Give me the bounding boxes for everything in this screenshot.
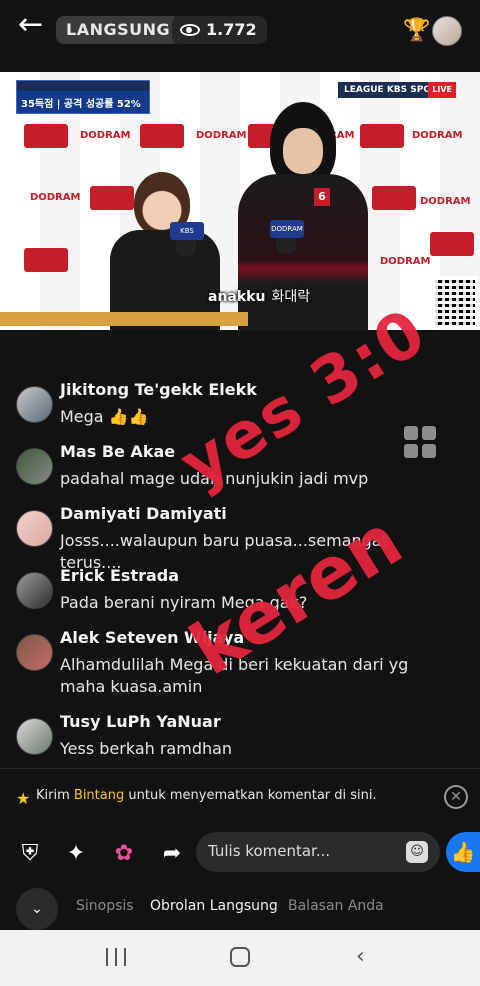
comment-input[interactable]: Tulis komentar... ☺ [196,832,440,872]
star-icon: ★ [16,789,31,808]
interviewer [110,172,220,330]
comment-placeholder: Tulis komentar... [208,842,331,860]
avatar[interactable] [16,634,53,671]
home-icon[interactable] [230,947,250,967]
share-icon[interactable]: ➦ [158,840,186,868]
close-icon[interactable]: ✕ [444,785,468,809]
pin-hint: Kirim Bintang untuk menyematkan komentar… [36,788,377,803]
tab-your-replies[interactable]: Balasan Anda [288,898,384,914]
eye-icon [180,24,200,36]
back-arrow-icon[interactable]: ← [18,10,48,42]
shield-icon[interactable]: ⛨ [16,840,44,868]
url-ticker [0,312,248,326]
top-bar: ← LANGSUNG 1.772 🏆 [0,0,480,62]
tab-synopsis[interactable]: Sinopsis [76,898,134,914]
view-count: 1.772 [206,20,257,39]
live-badge: LANGSUNG [56,16,181,44]
nav-back-icon[interactable]: ‹ [356,944,365,969]
avatar[interactable] [16,572,53,609]
system-nav-bar: ‹ [0,930,480,986]
comment-author[interactable]: Jikitong Te'gekk Elekk [60,380,257,399]
broadcaster-badge: LEAGUE KBS SPORTS LIVE [338,82,456,98]
thumbs-up-icon: 👍 [450,840,476,864]
jersey-number: 6 [314,188,330,206]
qr-code [432,276,478,328]
comment-text: Yess berkah ramdhan [60,739,233,758]
recent-apps-icon[interactable] [106,948,126,966]
view-counter: 1.772 [172,16,267,44]
comment-author[interactable]: Damiyati Damiyati [60,504,227,523]
avatar[interactable] [16,510,53,547]
bottom-tabs: ⌄ Sinopsis Obrolan Langsung Balasan Anda [0,884,480,930]
stars-link[interactable]: Bintang [74,788,124,803]
scoreboard: 35득점 | 공격 성공률 52% [16,80,150,114]
scoreboard-text: 35득점 | 공격 성공률 52% [21,99,141,110]
profile-avatar[interactable] [432,16,462,46]
live-video[interactable]: DODRAM DODRAM DODRAM DODRAM DODRAM DODRA… [0,72,480,330]
star-react-icon[interactable]: ✦ [62,840,90,868]
pin-star-bar: ★ Kirim Bintang untuk menyematkan koment… [0,768,480,824]
comment-composer: ⛨ ✦ ✿ ➦ Tulis komentar... ☺ 👍 [0,826,480,882]
avatar[interactable] [16,448,53,485]
avatar[interactable] [16,718,53,755]
video-caption: anakku 화대락 [208,289,311,305]
comment-author[interactable]: Erick Estrada [60,566,179,585]
flower-icon[interactable]: ✿ [110,840,138,868]
tab-live-chat[interactable]: Obrolan Langsung [150,898,278,914]
trophy-icon[interactable]: 🏆 [403,18,430,43]
avatar[interactable] [16,386,53,423]
grid-icon[interactable] [404,426,436,458]
comment-author[interactable]: Tusy LuPh YaNuar [60,712,221,731]
chevron-down-icon[interactable]: ⌄ [16,888,58,930]
comment-author[interactable]: Mas Be Akae [60,442,175,461]
sticker-icon[interactable]: ☺ [406,841,428,863]
like-button[interactable]: 👍 [446,832,480,872]
broadcast-live-badge: LIVE [428,82,456,98]
